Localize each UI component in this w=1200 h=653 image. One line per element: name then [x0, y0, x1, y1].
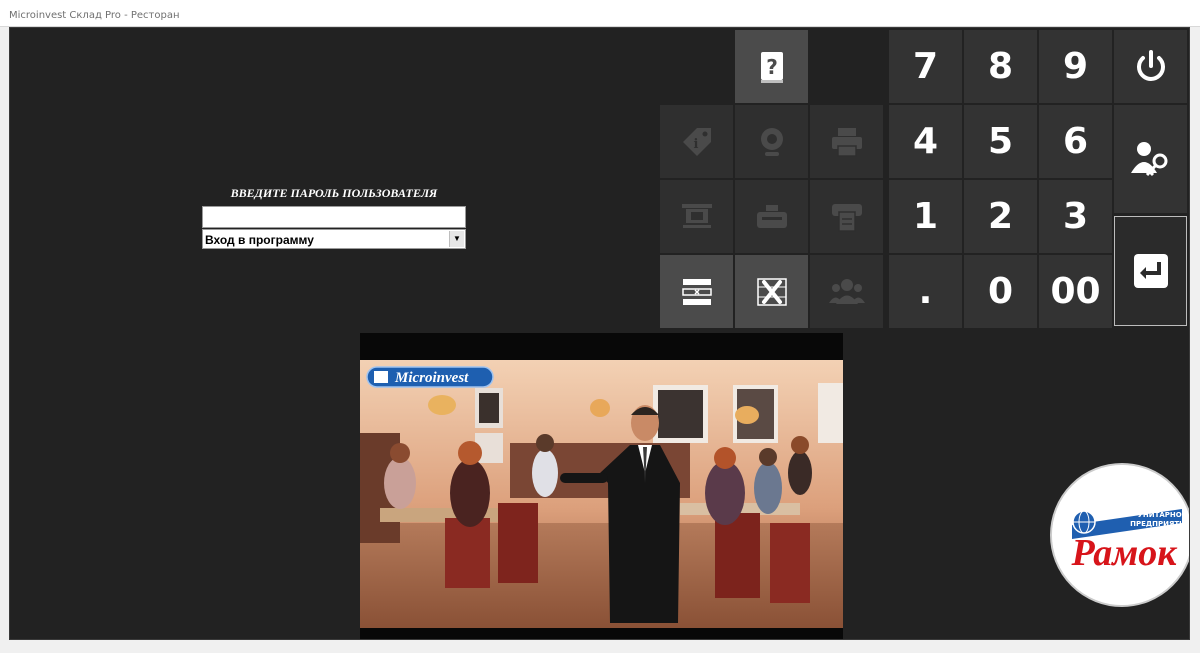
- users-group-icon: [828, 278, 865, 304]
- microinvest-logo-text: Microinvest: [394, 370, 469, 386]
- key-9[interactable]: 9: [1039, 30, 1112, 103]
- key-2[interactable]: 2: [964, 180, 1037, 253]
- mode-select[interactable]: Вход в программу ▼: [202, 229, 466, 249]
- key-0[interactable]: 0: [964, 255, 1037, 328]
- title-bar: Microinvest Склад Pro - Ресторан: [0, 0, 1200, 27]
- delete-line-icon: [681, 278, 712, 305]
- receipt-printer-button[interactable]: [810, 180, 883, 253]
- change-user-button[interactable]: [1114, 105, 1187, 213]
- fiscal-printer-button[interactable]: [735, 180, 808, 253]
- company-badge: УНИТАРНОЕ ПРЕДПРИЯТИЕ Рамок: [1050, 463, 1190, 607]
- delete-line-button[interactable]: [660, 255, 733, 328]
- camera-button[interactable]: [735, 105, 808, 178]
- key-00[interactable]: 00: [1039, 255, 1112, 328]
- power-button[interactable]: [1114, 30, 1187, 103]
- key-4[interactable]: 4: [889, 105, 962, 178]
- print-button[interactable]: [810, 105, 883, 178]
- key-dot[interactable]: .: [889, 255, 962, 328]
- badge-line2: ПРЕДПРИЯТИЕ: [1130, 520, 1190, 528]
- password-prompt: ВВЕДИТЕ ПАРОЛЬ ПОЛЬЗОВАТЕЛЯ: [230, 186, 438, 200]
- promo-video: Microinvest: [360, 333, 843, 639]
- badge-line1: УНИТАРНОЕ: [1137, 511, 1186, 519]
- svg-text:i: i: [693, 137, 698, 152]
- fiscal-printer-icon: [756, 204, 787, 228]
- key-8[interactable]: 8: [964, 30, 1037, 103]
- users-button[interactable]: [810, 255, 883, 328]
- key-3[interactable]: 3: [1039, 180, 1112, 253]
- receipt-printer-icon: [831, 203, 862, 232]
- cash-display-button[interactable]: [660, 180, 733, 253]
- printer-icon: [831, 127, 862, 157]
- enter-icon: [1133, 254, 1168, 288]
- dropdown-arrow-icon[interactable]: ▼: [449, 231, 464, 247]
- key-1[interactable]: 1: [889, 180, 962, 253]
- badge-brand: Рамок: [1070, 532, 1178, 574]
- price-tag-info-icon: i: [682, 127, 711, 156]
- clear-all-icon: [756, 277, 787, 306]
- svg-text:?: ?: [766, 55, 778, 79]
- key-7[interactable]: 7: [889, 30, 962, 103]
- price-info-button[interactable]: i: [660, 105, 733, 178]
- restaurant-video-frame: Microinvest: [360, 333, 843, 639]
- power-icon: [1136, 49, 1165, 81]
- help-button[interactable]: ?: [735, 30, 808, 103]
- key-6[interactable]: 6: [1039, 105, 1112, 178]
- app-window: ВВЕДИТЕ ПАРОЛЬ ПОЛЬЗОВАТЕЛЯ Вход в прогр…: [9, 27, 1190, 640]
- cash-display-icon: [681, 203, 712, 228]
- ramok-logo: УНИТАРНОЕ ПРЕДПРИЯТИЕ Рамок: [1052, 465, 1190, 605]
- webcam-icon: [760, 127, 783, 156]
- mode-select-value: Вход в программу: [205, 233, 314, 247]
- key-5[interactable]: 5: [964, 105, 1037, 178]
- enter-button[interactable]: [1114, 216, 1187, 326]
- user-key-icon: [1130, 142, 1167, 177]
- password-input[interactable]: [202, 206, 466, 228]
- help-book-icon: ?: [760, 51, 783, 83]
- window-title: Microinvest Склад Pro - Ресторан: [9, 10, 180, 21]
- clear-all-button[interactable]: [735, 255, 808, 328]
